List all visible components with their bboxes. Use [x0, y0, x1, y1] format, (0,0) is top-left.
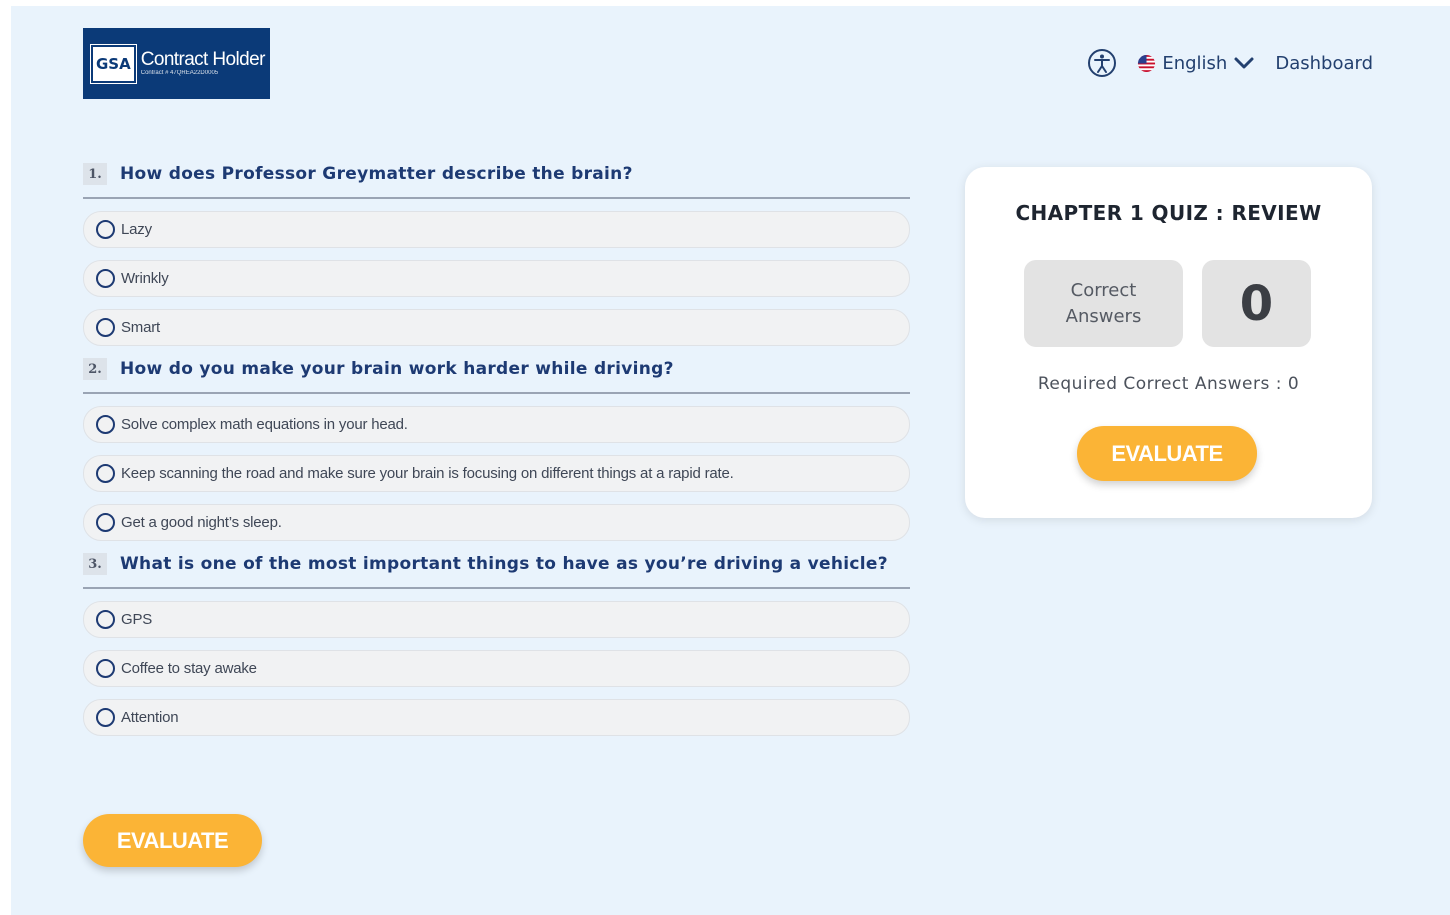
answer-label: Solve complex math equations in your hea… — [121, 416, 408, 433]
radio-button[interactable] — [96, 659, 115, 678]
answer-option[interactable]: Coffee to stay awake — [83, 650, 910, 687]
logo-subtitle: Contract # 47QREA22D0005 — [140, 70, 219, 76]
top-navigation: English Dashboard — [1087, 48, 1373, 78]
language-label: English — [1162, 52, 1228, 74]
correct-answers-count: 0 — [1202, 260, 1311, 347]
answer-option[interactable]: Wrinkly — [83, 260, 910, 297]
dashboard-link[interactable]: Dashboard — [1275, 53, 1373, 74]
correct-answers-label: Correct Answers — [1024, 260, 1183, 347]
question-header: 2. How do you make your brain work harde… — [83, 358, 910, 394]
question-text: How does Professor Greymatter describe t… — [120, 164, 633, 184]
answer-label: GPS — [121, 611, 153, 628]
question-number: 3. — [83, 553, 107, 575]
answer-label: Coffee to stay awake — [121, 660, 257, 677]
question-header: 1. How does Professor Greymatter describ… — [83, 163, 910, 199]
gsa-logo-mark: GSA — [90, 43, 137, 84]
question-text: What is one of the most important things… — [120, 554, 888, 574]
answer-option[interactable]: Get a good night’s sleep. — [83, 504, 910, 541]
page: GSA Contract Holder Contract # 47QREA22D… — [11, 6, 1450, 915]
radio-button[interactable] — [96, 269, 115, 288]
question: 3. What is one of the most important thi… — [83, 553, 910, 736]
answer-option[interactable]: Lazy — [83, 211, 910, 248]
language-selector[interactable]: English — [1137, 53, 1255, 74]
question: 1. How does Professor Greymatter describ… — [83, 163, 910, 346]
accessibility-icon[interactable] — [1087, 48, 1117, 78]
review-evaluate-button[interactable]: EVALUATE — [1077, 426, 1257, 481]
radio-button[interactable] — [96, 610, 115, 629]
radio-button[interactable] — [96, 220, 115, 239]
answer-label: Keep scanning the road and make sure you… — [121, 465, 734, 482]
answer-label: Wrinkly — [121, 270, 169, 287]
question: 2. How do you make your brain work harde… — [83, 358, 910, 541]
radio-button[interactable] — [96, 513, 115, 532]
evaluate-button[interactable]: EVALUATE — [83, 814, 262, 867]
answer-option[interactable]: GPS — [83, 601, 910, 638]
answer-option[interactable]: Smart — [83, 309, 910, 346]
answer-option[interactable]: Keep scanning the road and make sure you… — [83, 455, 910, 492]
answer-label: Get a good night’s sleep. — [121, 514, 282, 531]
review-title: CHAPTER 1 QUIZ : REVIEW — [1015, 201, 1322, 225]
radio-button[interactable] — [96, 708, 115, 727]
question-number: 1. — [83, 163, 107, 185]
gsa-logo: GSA Contract Holder Contract # 47QREA22D… — [83, 28, 270, 99]
chevron-down-icon — [1234, 57, 1254, 69]
answer-option[interactable]: Attention — [83, 699, 910, 736]
radio-button[interactable] — [96, 415, 115, 434]
question-header: 3. What is one of the most important thi… — [83, 553, 910, 589]
question-text: How do you make your brain work harder w… — [120, 359, 674, 379]
radio-button[interactable] — [96, 464, 115, 483]
us-flag-icon — [1138, 54, 1156, 72]
logo-title: Contract Holder — [140, 49, 266, 70]
required-correct-answers: Required Correct Answers : 0 — [1037, 374, 1300, 394]
answer-label: Lazy — [121, 221, 152, 238]
answer-label: Attention — [121, 709, 179, 726]
answer-label: Smart — [121, 319, 161, 336]
answer-option[interactable]: Solve complex math equations in your hea… — [83, 406, 910, 443]
question-number: 2. — [83, 358, 107, 380]
quiz-review-card: CHAPTER 1 QUIZ : REVIEW Correct Answers … — [965, 167, 1372, 518]
radio-button[interactable] — [96, 318, 115, 337]
quiz-questions: 1. How does Professor Greymatter describ… — [83, 163, 910, 748]
